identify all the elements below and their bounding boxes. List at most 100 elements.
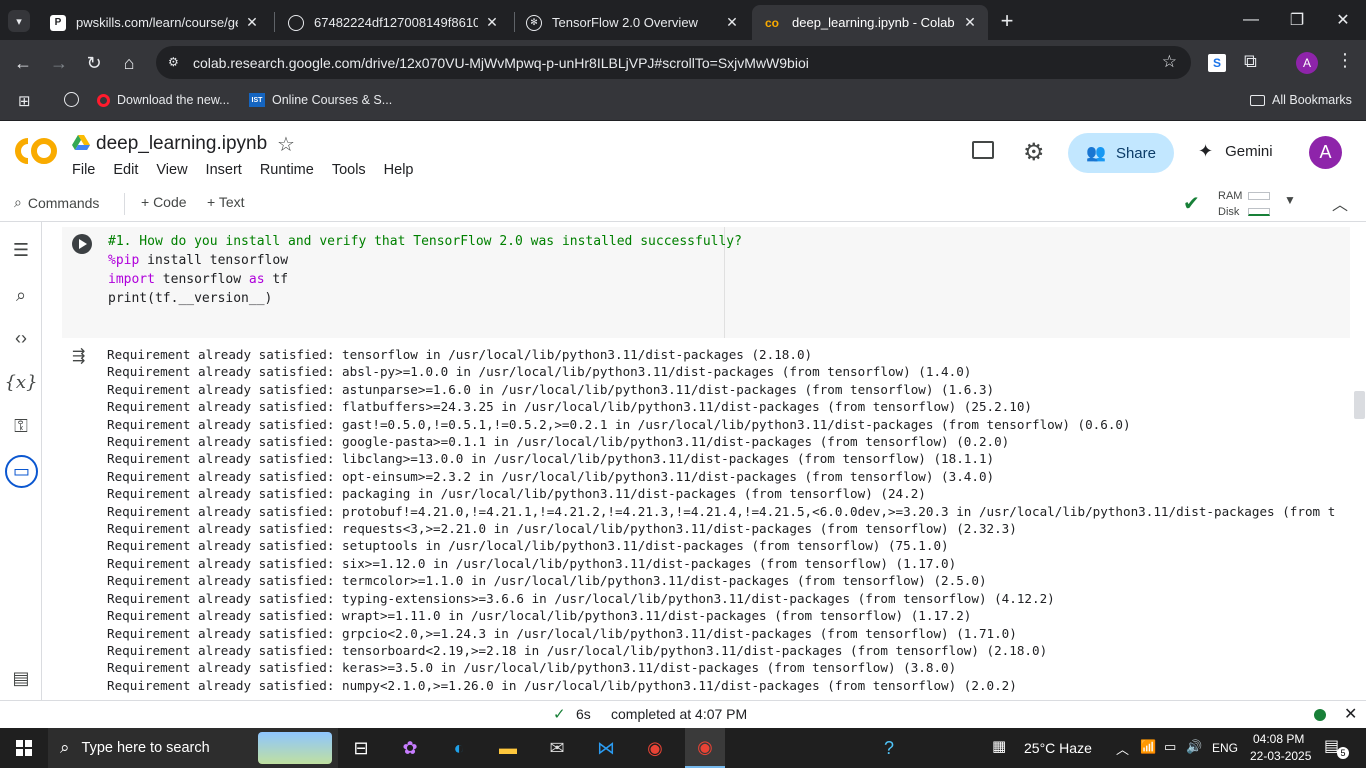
browser-tab[interactable]: P pwskills.com/learn/course/gena ✕: [40, 5, 270, 40]
windows-taskbar: ⌕ Type here to search ⊟ ✿ ◐ ▬ ✉ ⋈ ◉ ◉ ? …: [0, 728, 1366, 768]
menu-file[interactable]: File: [72, 162, 95, 178]
chrome-icon[interactable]: ◉: [638, 732, 672, 764]
all-bookmarks[interactable]: All Bookmarks: [1250, 85, 1352, 115]
all-bookmarks-label: All Bookmarks: [1272, 93, 1352, 107]
colab-header: deep_learning.ipynb ☆ File Edit View Ins…: [0, 121, 1366, 185]
notification-count: 5: [1337, 747, 1349, 759]
add-text-button[interactable]: + Text: [207, 194, 245, 210]
gear-icon[interactable]: ⚙: [1023, 138, 1045, 167]
ram-bar: [1248, 192, 1270, 200]
tab-title: pwskills.com/learn/course/gena: [76, 15, 238, 30]
bookmark-item[interactable]: Download the new...: [97, 85, 230, 115]
taskbar-search[interactable]: ⌕ Type here to search: [48, 728, 338, 768]
windows-start-icon[interactable]: [16, 740, 32, 756]
extensions-puzzle-icon[interactable]: ⧉: [1244, 51, 1257, 72]
variables-icon[interactable]: {x}: [4, 369, 37, 395]
chevron-down-icon[interactable]: ▼: [1284, 193, 1296, 207]
notebook-title[interactable]: deep_learning.ipynb: [96, 133, 267, 155]
minimize-icon[interactable]: —: [1228, 0, 1274, 40]
close-icon[interactable]: ✕: [484, 14, 500, 31]
address-bar[interactable]: ⚙ colab.research.google.com/drive/12x070…: [156, 46, 1191, 79]
resources-indicator[interactable]: RAM Disk: [1218, 188, 1270, 220]
restore-icon[interactable]: ❐: [1274, 0, 1320, 40]
clock-date[interactable]: 22-03-2025: [1250, 749, 1311, 763]
browser-tab[interactable]: 67482224df127008149f8610.pd ✕: [278, 5, 510, 40]
tab-divider: [514, 12, 515, 32]
close-icon[interactable]: ✕: [962, 14, 978, 31]
output-line: Requirement already satisfied: flatbuffe…: [107, 399, 1033, 415]
folder-icon[interactable]: ▭: [5, 455, 38, 488]
google-drive-icon[interactable]: [72, 135, 90, 151]
terminal-icon[interactable]: ▤: [8, 665, 34, 691]
colab-logo[interactable]: [14, 137, 58, 165]
language-indicator[interactable]: ENG: [1212, 741, 1238, 755]
star-icon[interactable]: ☆: [277, 132, 295, 157]
commands-button[interactable]: ⌕ Commands: [14, 194, 99, 211]
opera-icon: [97, 93, 110, 107]
edge-icon[interactable]: ◐: [442, 732, 476, 764]
network-icon[interactable]: 📶: [1140, 739, 1156, 755]
copilot-icon[interactable]: ✿: [393, 732, 427, 764]
task-view-icon[interactable]: ⊟: [344, 732, 378, 764]
tab-search-button[interactable]: ▾: [8, 10, 30, 32]
battery-icon[interactable]: ▭: [1164, 739, 1176, 755]
weather-text[interactable]: 25°C Haze: [1024, 740, 1092, 756]
run-cell-button[interactable]: [72, 234, 92, 254]
file-explorer-icon[interactable]: ▬: [491, 732, 525, 764]
reload-icon[interactable]: ↻: [79, 48, 109, 78]
profile-avatar[interactable]: A: [1296, 52, 1318, 74]
site-info-icon[interactable]: ⚙: [168, 55, 184, 71]
menu-insert[interactable]: Insert: [206, 162, 242, 178]
vscode-icon[interactable]: ⋈: [589, 732, 623, 764]
bookmark-item[interactable]: IST Online Courses & S...: [249, 85, 392, 115]
chrome-active-icon[interactable]: ◉: [685, 728, 725, 768]
key-icon[interactable]: ⚿: [8, 413, 34, 439]
search-placeholder: Type here to search: [81, 740, 210, 756]
add-code-button[interactable]: + Code: [141, 194, 187, 210]
apps-grid-icon[interactable]: ⊞: [18, 92, 31, 110]
bookmark-label: Download the new...: [117, 93, 230, 107]
scrollbar-thumb[interactable]: [1354, 391, 1365, 419]
home-icon[interactable]: ⌂: [114, 48, 144, 78]
new-tab-button[interactable]: +: [994, 8, 1020, 34]
tab-title: 67482224df127008149f8610.pd: [314, 15, 478, 30]
star-icon[interactable]: ☆: [1162, 52, 1177, 72]
output-actions-icon[interactable]: ⇶: [72, 346, 85, 366]
table-of-contents-icon[interactable]: ☰: [8, 237, 34, 263]
window-close-icon[interactable]: ✕: [1320, 0, 1366, 40]
gemini-button[interactable]: ✦ Gemini: [1198, 141, 1273, 162]
toolbar-divider: [124, 193, 125, 215]
mail-icon[interactable]: ✉: [540, 732, 574, 764]
find-icon[interactable]: ⌕: [8, 282, 34, 308]
chevron-up-icon[interactable]: ︿: [1332, 191, 1348, 215]
forward-arrow-icon[interactable]: →: [44, 48, 74, 78]
clock-time[interactable]: 04:08 PM: [1253, 732, 1304, 746]
browser-tab[interactable]: ✻ TensorFlow 2.0 Overview ✕: [516, 5, 750, 40]
user-avatar[interactable]: A: [1309, 136, 1342, 169]
extension-s-icon[interactable]: S: [1208, 54, 1226, 72]
output-line: Requirement already satisfied: libclang>…: [107, 451, 995, 467]
weather-icon[interactable]: ▦: [992, 737, 1006, 755]
menu-view[interactable]: View: [156, 162, 187, 178]
menu-help[interactable]: Help: [384, 162, 414, 178]
share-button[interactable]: 👥 Share: [1068, 133, 1174, 173]
folder-icon: [1250, 94, 1265, 106]
browser-tab-active[interactable]: co deep_learning.ipynb - Colab ✕: [752, 5, 988, 40]
chevron-up-icon[interactable]: ︿: [1116, 739, 1129, 758]
code-snippets-icon[interactable]: ‹›: [8, 325, 34, 351]
close-icon[interactable]: ✕: [1344, 704, 1357, 724]
speaker-icon[interactable]: 🔊: [1186, 739, 1202, 755]
help-icon[interactable]: ?: [872, 732, 906, 764]
menu-edit[interactable]: Edit: [113, 162, 138, 178]
code-line: print(tf.__version__): [108, 291, 273, 306]
menu-kebab-icon[interactable]: ⋮: [1336, 50, 1354, 71]
output-line: Requirement already satisfied: termcolor…: [107, 573, 987, 589]
close-icon[interactable]: ✕: [724, 14, 740, 31]
globe-icon[interactable]: [64, 92, 79, 107]
back-arrow-icon[interactable]: ←: [8, 48, 38, 78]
menu-runtime[interactable]: Runtime: [260, 162, 314, 178]
menu-tools[interactable]: Tools: [332, 162, 366, 178]
tab-title: TensorFlow 2.0 Overview: [552, 15, 698, 30]
comment-icon[interactable]: [972, 141, 994, 159]
close-icon[interactable]: ✕: [244, 14, 260, 31]
